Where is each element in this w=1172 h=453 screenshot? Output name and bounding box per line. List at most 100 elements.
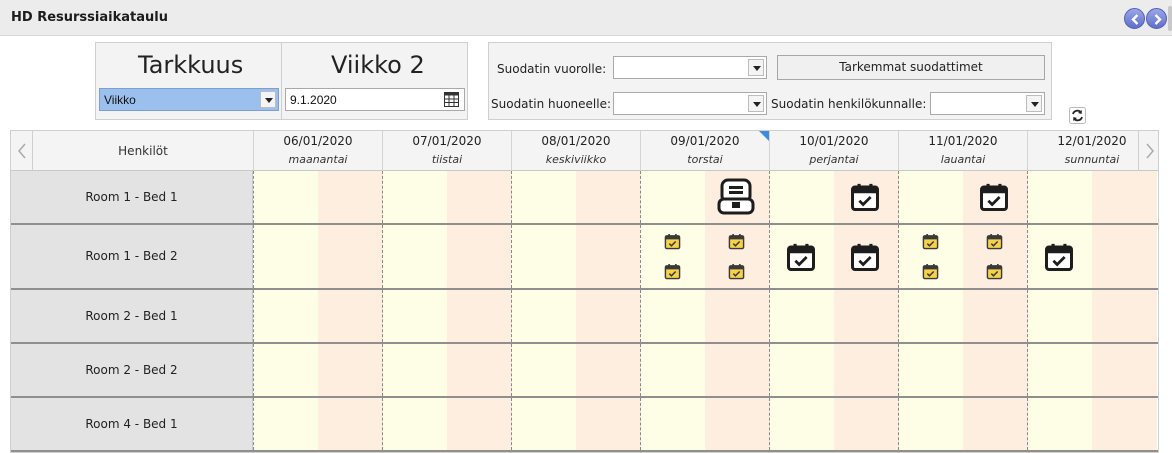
afternoon-slot[interactable] xyxy=(447,344,512,396)
schedule-cell[interactable] xyxy=(640,225,770,288)
calendar-check-icon[interactable] xyxy=(664,233,681,255)
calendar-check-icon[interactable] xyxy=(922,263,939,285)
afternoon-slot[interactable] xyxy=(318,171,383,223)
afternoon-slot[interactable] xyxy=(1092,171,1157,223)
afternoon-slot[interactable] xyxy=(576,398,641,450)
afternoon-slot[interactable] xyxy=(318,225,383,288)
morning-slot[interactable] xyxy=(512,171,576,223)
afternoon-slot[interactable] xyxy=(447,225,512,288)
schedule-cell[interactable] xyxy=(1027,171,1157,223)
afternoon-slot[interactable] xyxy=(705,290,770,342)
schedule-cell[interactable] xyxy=(382,171,512,223)
schedule-cell[interactable] xyxy=(511,171,641,223)
morning-slot[interactable] xyxy=(512,344,576,396)
day-header[interactable]: 12/01/2020 sunnuntai xyxy=(1027,131,1156,171)
calendar-check-icon[interactable] xyxy=(979,182,1009,217)
morning-slot[interactable] xyxy=(1028,171,1092,223)
date-input[interactable]: 9.1.2020 xyxy=(285,88,465,111)
calendar-check-icon[interactable] xyxy=(728,233,745,255)
afternoon-slot[interactable] xyxy=(318,344,383,396)
afternoon-slot[interactable] xyxy=(447,171,512,223)
schedule-cell[interactable] xyxy=(640,290,770,342)
schedule-cell[interactable] xyxy=(253,398,383,450)
schedule-cell[interactable] xyxy=(769,344,899,396)
schedule-cell[interactable] xyxy=(640,398,770,450)
schedule-cell[interactable] xyxy=(382,344,512,396)
morning-slot[interactable] xyxy=(641,344,705,396)
afternoon-slot[interactable] xyxy=(447,290,512,342)
morning-slot[interactable] xyxy=(254,225,318,288)
schedule-cell[interactable] xyxy=(1027,290,1157,342)
day-header[interactable]: 07/01/2020 tiistai xyxy=(382,131,511,171)
schedule-cell[interactable] xyxy=(382,290,512,342)
afternoon-slot[interactable] xyxy=(834,344,899,396)
morning-slot[interactable] xyxy=(512,398,576,450)
afternoon-slot[interactable] xyxy=(576,225,641,288)
morning-slot[interactable] xyxy=(899,344,963,396)
afternoon-slot[interactable] xyxy=(1092,344,1157,396)
calendar-check-icon[interactable] xyxy=(922,233,939,255)
afternoon-slot[interactable] xyxy=(963,344,1028,396)
room-filter-select[interactable] xyxy=(613,92,767,115)
schedule-cell[interactable] xyxy=(511,290,641,342)
afternoon-slot[interactable] xyxy=(576,344,641,396)
calendar-icon[interactable] xyxy=(444,92,459,107)
morning-slot[interactable] xyxy=(254,398,318,450)
afternoon-slot[interactable] xyxy=(963,290,1028,342)
schedule-cell[interactable] xyxy=(382,225,512,288)
schedule-cell[interactable] xyxy=(382,398,512,450)
schedule-cell[interactable] xyxy=(769,398,899,450)
morning-slot[interactable] xyxy=(1028,344,1092,396)
schedule-cell[interactable] xyxy=(898,344,1028,396)
calendar-check-icon[interactable] xyxy=(850,242,880,277)
staff-filter-select[interactable] xyxy=(930,92,1045,115)
day-header[interactable]: 10/01/2020 perjantai xyxy=(769,131,898,171)
schedule-cell[interactable] xyxy=(253,290,383,342)
schedule-cell[interactable] xyxy=(253,344,383,396)
morning-slot[interactable] xyxy=(512,290,576,342)
afternoon-slot[interactable] xyxy=(1092,398,1157,450)
afternoon-slot[interactable] xyxy=(963,398,1028,450)
schedule-cell[interactable] xyxy=(511,344,641,396)
afternoon-slot[interactable] xyxy=(447,398,512,450)
morning-slot[interactable] xyxy=(254,171,318,223)
morning-slot[interactable] xyxy=(641,171,705,223)
schedule-cell[interactable] xyxy=(1027,398,1157,450)
morning-slot[interactable] xyxy=(770,398,834,450)
morning-slot[interactable] xyxy=(641,398,705,450)
afternoon-slot[interactable] xyxy=(705,344,770,396)
morning-slot[interactable] xyxy=(383,398,447,450)
morning-slot[interactable] xyxy=(512,225,576,288)
morning-slot[interactable] xyxy=(383,225,447,288)
morning-slot[interactable] xyxy=(254,290,318,342)
calendar-check-icon[interactable] xyxy=(664,263,681,285)
morning-slot[interactable] xyxy=(1028,398,1092,450)
schedule-cell[interactable] xyxy=(1027,344,1157,396)
day-header[interactable]: 11/01/2020 lauantai xyxy=(898,131,1027,171)
morning-slot[interactable] xyxy=(383,344,447,396)
morning-slot[interactable] xyxy=(383,290,447,342)
afternoon-slot[interactable] xyxy=(576,290,641,342)
schedule-cell[interactable] xyxy=(769,290,899,342)
afternoon-slot[interactable] xyxy=(318,290,383,342)
calendar-check-icon[interactable] xyxy=(986,233,1003,255)
previous-button[interactable] xyxy=(1124,8,1145,29)
schedule-cell[interactable] xyxy=(253,225,383,288)
calendar-check-icon[interactable] xyxy=(1044,242,1074,277)
calendar-check-icon[interactable] xyxy=(786,242,816,277)
calendar-check-icon[interactable] xyxy=(850,182,880,217)
morning-slot[interactable] xyxy=(770,344,834,396)
schedule-cell[interactable] xyxy=(898,398,1028,450)
more-filters-button[interactable]: Tarkemmat suodattimet xyxy=(777,55,1045,80)
day-header[interactable]: 08/01/2020 keskiviikko xyxy=(511,131,640,171)
afternoon-slot[interactable] xyxy=(834,290,899,342)
afternoon-slot[interactable] xyxy=(576,171,641,223)
schedule-cell[interactable] xyxy=(511,225,641,288)
day-header[interactable]: 09/01/2020 torstai xyxy=(640,131,769,171)
afternoon-slot[interactable] xyxy=(705,398,770,450)
morning-slot[interactable] xyxy=(899,290,963,342)
morning-slot[interactable] xyxy=(770,171,834,223)
morning-slot[interactable] xyxy=(383,171,447,223)
schedule-cell[interactable] xyxy=(253,171,383,223)
calendar-check-icon[interactable] xyxy=(986,263,1003,285)
